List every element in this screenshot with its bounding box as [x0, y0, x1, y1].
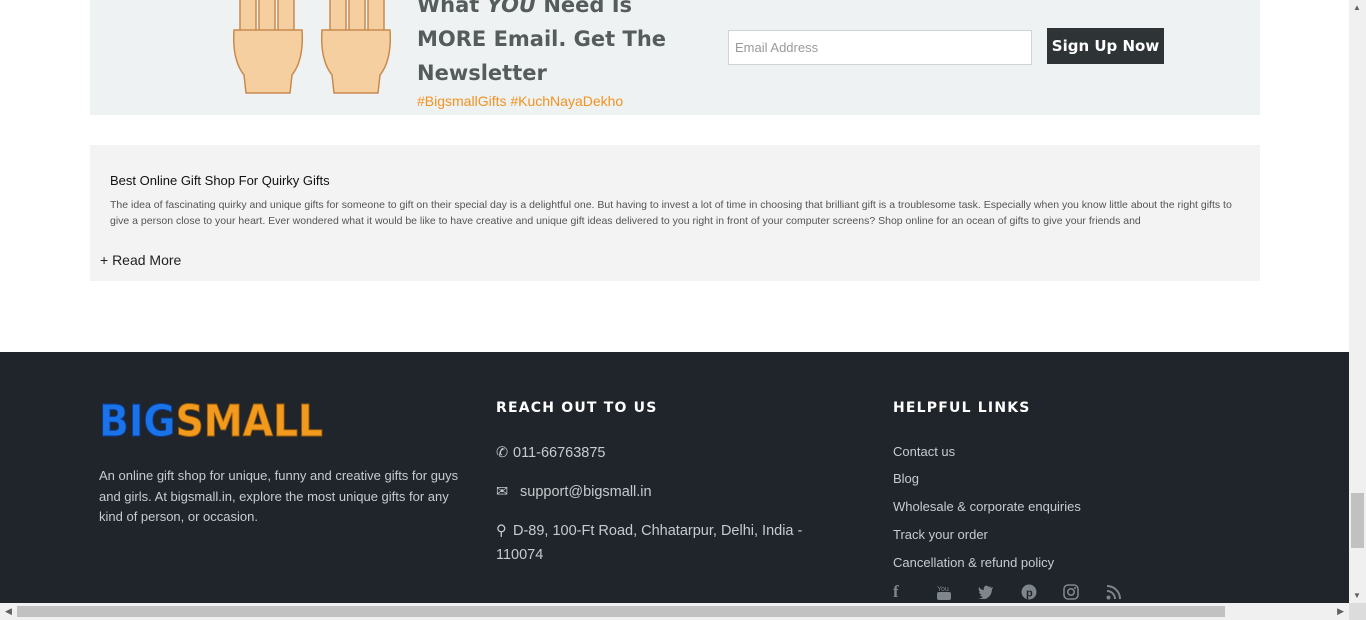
logo-text: BIGSMALL [99, 396, 323, 442]
helpful-links-title: HELPFUL LINKS [893, 400, 1031, 416]
horizontal-scroll-thumb[interactable] [17, 606, 1225, 617]
facebook-icon[interactable]: f [893, 582, 936, 602]
link-cancellation-policy[interactable]: Cancellation & refund policy [893, 555, 1054, 570]
bigsmall-logo[interactable]: BIGSMALL [99, 396, 325, 442]
footer: BIGSMALL An online gift shop for unique,… [0, 352, 1349, 620]
newsletter-hashtags: #BigsmallGifts #KuchNayaDekho [417, 93, 624, 109]
email-row: ✉ support@bigsmall.in [496, 480, 652, 504]
rss-icon[interactable] [1106, 582, 1149, 602]
newsletter-title: What YOU Need Is MORE Email. Get The New… [417, 0, 667, 85]
phone-number[interactable]: 011-66763875 [513, 441, 605, 465]
map-marker-icon: ⚲ [496, 523, 507, 539]
scroll-down-icon[interactable]: ▼ [1353, 591, 1361, 600]
about-section: Best Online Gift Shop For Quirky Gifts T… [90, 145, 1260, 281]
svg-text:You: You [937, 586, 949, 593]
youtube-icon[interactable]: You [936, 582, 979, 602]
address-text: ⚲ D-89, 100-Ft Road, Chhatarpur, Delhi, I… [496, 519, 826, 567]
read-more-link[interactable]: + Read More [100, 252, 181, 268]
scroll-up-icon[interactable]: ▲ [1353, 3, 1361, 12]
scrollbar-corner [1349, 603, 1366, 620]
link-wholesale[interactable]: Wholesale & corporate enquiries [893, 499, 1081, 514]
reach-out-title: REACH OUT TO US [496, 400, 658, 416]
scroll-right-icon[interactable]: ▶ [1337, 606, 1344, 617]
address-value: D-89, 100-Ft Road, Chhatarpur, Delhi, In… [496, 523, 803, 563]
vertical-scrollbar[interactable]: ▲ ▼ [1349, 0, 1366, 603]
instagram-icon[interactable] [1063, 582, 1106, 602]
support-email[interactable]: support@bigsmall.in [520, 480, 652, 504]
twitter-icon[interactable] [978, 582, 1021, 602]
phone-row: ✆ 011-66763875 [496, 441, 605, 465]
scroll-left-icon[interactable]: ◀ [5, 606, 12, 617]
vertical-scroll-thumb[interactable] [1351, 493, 1364, 548]
about-text: The idea of fascinating quirky and uniqu… [110, 199, 1232, 227]
link-track-order[interactable]: Track your order [893, 527, 988, 542]
social-links: f You p [893, 582, 1148, 602]
phone-icon: ✆ [496, 445, 509, 461]
pinterest-icon[interactable]: p [1021, 582, 1064, 602]
about-title: Best Online Gift Shop For Quirky Gifts [110, 173, 330, 188]
envelope-icon: ✉ [496, 484, 509, 500]
address-row: ⚲ D-89, 100-Ft Road, Chhatarpur, Delhi, I… [496, 519, 826, 567]
raised-hands-icon [232, 0, 392, 94]
sign-up-button[interactable]: Sign Up Now [1047, 28, 1164, 64]
horizontal-scrollbar[interactable]: ◀ ▶ [0, 603, 1349, 620]
link-blog[interactable]: Blog [893, 471, 919, 486]
footer-description: An online gift shop for unique, funny an… [99, 468, 459, 524]
svg-text:p: p [1026, 588, 1033, 600]
link-contact-us[interactable]: Contact us [893, 444, 955, 459]
email-input[interactable] [728, 30, 1032, 65]
newsletter-section: What YOU Need Is MORE Email. Get The New… [90, 0, 1260, 115]
